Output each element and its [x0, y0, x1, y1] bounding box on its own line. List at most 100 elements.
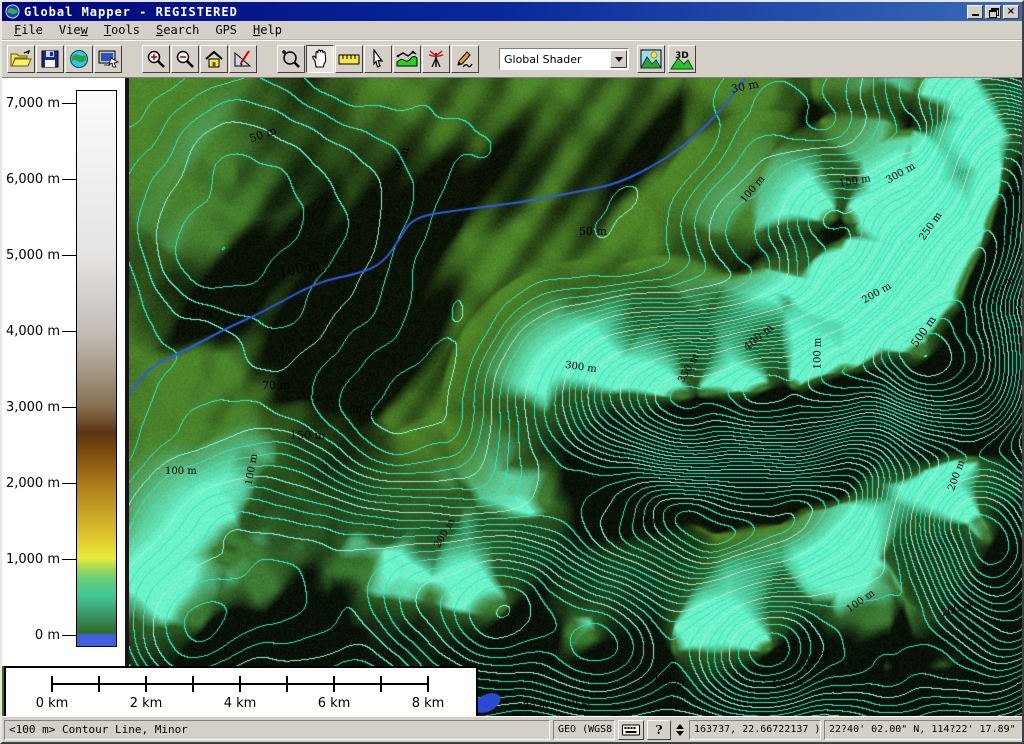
legend-tick	[62, 635, 76, 636]
zoom-tool-icon	[281, 49, 301, 69]
app-globe-icon	[5, 4, 20, 19]
view-shed-button[interactable]	[422, 45, 450, 73]
legend-tick-label: 2,000 m	[2, 476, 60, 491]
scalebar-label: 4 km	[224, 696, 257, 711]
menu-bar: FileViewToolsSearchGPSHelp	[2, 21, 1022, 40]
cursor-arrow-icon	[370, 49, 386, 69]
menu-item-help[interactable]: Help	[245, 22, 290, 38]
close-button[interactable]: ×	[1003, 5, 1019, 19]
globe-icon	[69, 49, 89, 69]
window-title: Global Mapper - REGISTERED	[24, 5, 967, 19]
status-bar: <100 m> Contour Line, Minor GEO (WGS8 ? …	[2, 716, 1024, 742]
pan-tool-button[interactable]	[306, 45, 334, 73]
scalebar-tick	[333, 676, 335, 692]
feature-picker-button[interactable]	[364, 45, 392, 73]
image-view-button[interactable]	[637, 45, 665, 73]
minimize-button[interactable]	[967, 5, 983, 19]
scalebar-label: 2 km	[130, 696, 163, 711]
restore-button[interactable]	[985, 5, 1001, 19]
map-view[interactable]: 50 m100 m50 m50 m30 m100 m150 m300 m400 …	[129, 78, 1024, 720]
contour-label: 150 m	[290, 429, 325, 442]
scalebar-label: 0 km	[36, 696, 69, 711]
scalebar-tick	[51, 676, 53, 692]
legend-tick-label: 4,000 m	[2, 324, 60, 339]
minimize-icon	[972, 14, 979, 16]
menu-item-file[interactable]: File	[6, 22, 51, 38]
menu-item-tools[interactable]: Tools	[96, 22, 148, 38]
legend-tick	[62, 559, 76, 560]
contour-label: 30 m	[187, 309, 212, 320]
map-workspace: 50 m100 m50 m50 m30 m100 m150 m300 m400 …	[2, 78, 1024, 720]
shader-dropdown[interactable]: Global Shader	[499, 48, 629, 70]
scalebar-tick	[427, 676, 429, 692]
contour-label: 400 m	[1005, 188, 1024, 199]
zoom-in-icon	[146, 49, 166, 69]
zoom-in-button[interactable]	[142, 45, 170, 73]
legend-tick-label: 7,000 m	[2, 96, 60, 111]
restore-icon	[989, 8, 998, 16]
contour-label: 100 m	[165, 466, 197, 477]
title-bar: Global Mapper - REGISTERED ×	[2, 2, 1022, 21]
legend-tick	[62, 331, 76, 332]
legend-tick-label: 3,000 m	[2, 400, 60, 415]
elevation-legend: 7,000 m 6,000 m 5,000 m 4,000 m 3,000 m 2,000…	[2, 78, 129, 666]
help-icon: ?	[655, 723, 662, 737]
scalebar-tick	[239, 676, 241, 692]
scalebar-tick	[145, 676, 147, 692]
legend-tick-label: 1,000 m	[2, 552, 60, 567]
contour-label: 50 m	[579, 225, 607, 238]
elevation-gradient-bar	[76, 90, 117, 647]
menu-item-gps[interactable]: GPS	[207, 22, 245, 38]
legend-tick	[62, 179, 76, 180]
scalebar-tick	[380, 676, 382, 692]
screen-capture-button[interactable]	[94, 45, 122, 73]
legend-tick	[62, 255, 76, 256]
scalebar-tick	[192, 676, 194, 692]
contour-label: 100 m	[812, 338, 823, 370]
help-button[interactable]: ?	[647, 720, 671, 740]
monitor-icon	[97, 49, 119, 69]
3d-view-icon: 3D	[670, 48, 694, 70]
close-icon: ×	[1007, 6, 1015, 17]
landscape-image-icon	[640, 49, 662, 69]
legend-tick	[62, 103, 76, 104]
legend-tick	[62, 407, 76, 408]
zoom-out-button[interactable]	[171, 45, 199, 73]
path-profile-button[interactable]	[393, 45, 421, 73]
triangle-ruler-pencil-icon	[233, 49, 253, 69]
antenna-icon	[427, 49, 445, 69]
dropdown-arrow-icon[interactable]	[610, 50, 627, 68]
cursor-coordinates-dms: 22?40' 02.00" N, 114?22' 17.89" E	[824, 720, 1024, 740]
coordinate-spinner[interactable]	[674, 720, 686, 740]
hand-icon	[310, 49, 330, 69]
spinner-down-icon[interactable]	[676, 731, 684, 740]
scalebar-tick	[286, 676, 288, 692]
profile-ruler-button[interactable]	[229, 45, 257, 73]
scalebar-label: 6 km	[318, 696, 351, 711]
keyboard-icon	[622, 724, 640, 736]
digitizer-button[interactable]	[451, 45, 479, 73]
home-icon	[204, 50, 224, 68]
menu-item-search[interactable]: Search	[148, 22, 207, 38]
measure-tool-button[interactable]	[335, 45, 363, 73]
3d-view-button[interactable]: 3D	[668, 45, 696, 73]
shader-dropdown-value: Global Shader	[500, 53, 609, 66]
save-button[interactable]	[36, 45, 64, 73]
spinner-up-icon[interactable]	[676, 720, 684, 729]
legend-tick-label: 0 m	[2, 628, 60, 643]
pencil-icon	[455, 49, 475, 69]
feature-status: <100 m> Contour Line, Minor	[4, 720, 550, 740]
open-file-button[interactable]	[7, 45, 35, 73]
legend-tick-label: 6,000 m	[2, 172, 60, 187]
contour-label: 20 m	[523, 702, 548, 713]
scalebar-label: 8 km	[412, 696, 445, 711]
keyboard-button[interactable]	[618, 720, 644, 740]
full-view-button[interactable]	[200, 45, 228, 73]
world-data-button[interactable]	[65, 45, 93, 73]
toolbar: Global Shader 3D	[2, 40, 1022, 78]
legend-tick-label: 5,000 m	[2, 248, 60, 263]
legend-tick	[62, 483, 76, 484]
menu-item-view[interactable]: View	[51, 22, 96, 38]
zoom-tool-button[interactable]	[277, 45, 305, 73]
global-mapper-window: Global Mapper - REGISTERED × FileViewToo…	[0, 0, 1024, 744]
